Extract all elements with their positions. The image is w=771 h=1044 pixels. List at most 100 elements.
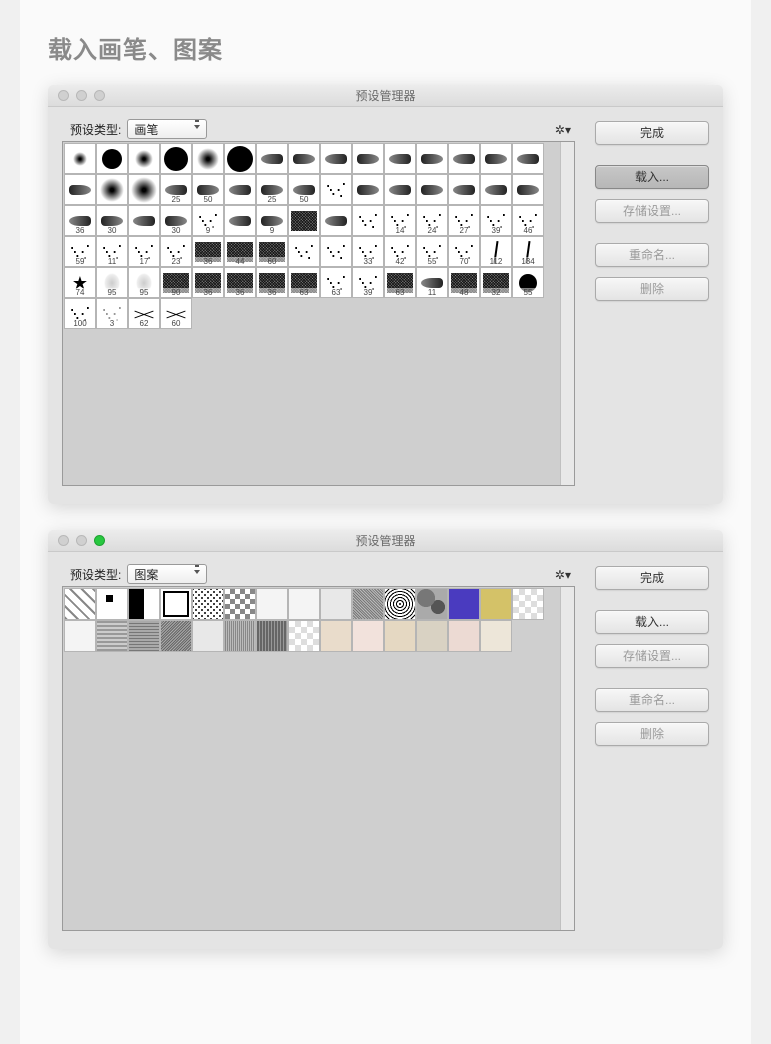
brush-cell[interactable]: 70 [448,236,480,267]
pattern-cell[interactable] [288,620,320,652]
brush-cell[interactable] [320,174,352,205]
brush-cell[interactable]: 30 [160,205,192,236]
brush-cell[interactable]: 32 [480,267,512,298]
brush-cell[interactable]: 63 [384,267,416,298]
pattern-cell[interactable] [480,620,512,652]
brush-cell[interactable]: ★74 [64,267,96,298]
pattern-cell[interactable] [480,588,512,620]
zoom-icon[interactable] [94,90,105,101]
done-button[interactable]: 完成 [595,566,709,590]
pattern-cell[interactable] [352,588,384,620]
pattern-cell[interactable] [64,620,96,652]
brush-cell[interactable] [128,143,160,174]
pattern-cell[interactable] [224,620,256,652]
brush-cell[interactable]: 17 [128,236,160,267]
pattern-cell[interactable] [448,588,480,620]
scrollbar[interactable] [560,587,574,930]
brush-preset-grid[interactable]: 25 50 25 50 36 30 [63,142,560,330]
brush-cell[interactable] [192,143,224,174]
brush-cell[interactable]: 23 [160,236,192,267]
brush-cell[interactable]: 46 [512,205,544,236]
pattern-cell[interactable] [416,588,448,620]
pattern-cell[interactable] [512,588,544,620]
brush-cell[interactable] [512,174,544,205]
brush-cell[interactable] [384,174,416,205]
pattern-cell[interactable] [256,588,288,620]
brush-cell[interactable]: 44 [224,236,256,267]
load-button[interactable]: 载入... [595,165,709,189]
save-settings-button[interactable]: 存储设置... [595,199,709,223]
brush-cell[interactable]: 59 [64,236,96,267]
pattern-cell[interactable] [416,620,448,652]
brush-cell[interactable]: 63 [320,267,352,298]
brush-cell[interactable] [224,174,256,205]
brush-cell[interactable] [224,205,256,236]
pattern-cell[interactable] [192,588,224,620]
brush-cell[interactable]: 36 [256,267,288,298]
pattern-cell[interactable] [448,620,480,652]
brush-cell[interactable]: 63 [288,267,320,298]
brush-cell[interactable] [352,205,384,236]
brush-cell[interactable] [224,143,256,174]
brush-cell[interactable]: 24 [416,205,448,236]
brush-cell[interactable]: 112 [480,236,512,267]
brush-cell[interactable] [128,205,160,236]
pattern-cell[interactable] [224,588,256,620]
pattern-cell[interactable] [288,588,320,620]
pattern-cell[interactable] [160,588,192,620]
brush-cell[interactable] [160,143,192,174]
brush-cell[interactable] [288,205,320,236]
brush-cell[interactable]: 11 [96,236,128,267]
rename-button[interactable]: 重命名... [595,688,709,712]
brush-cell[interactable] [352,143,384,174]
delete-button[interactable]: 删除 [595,277,709,301]
brush-cell[interactable]: 27 [448,205,480,236]
brush-cell[interactable]: 62 [128,298,160,329]
pattern-cell[interactable] [128,620,160,652]
preset-type-select[interactable]: 画笔 [127,119,207,139]
scrollbar[interactable] [560,142,574,485]
brush-cell[interactable]: 95 [128,267,160,298]
brush-cell[interactable]: 9 [256,205,288,236]
brush-cell[interactable] [96,174,128,205]
pattern-cell[interactable] [96,620,128,652]
pattern-cell[interactable] [320,620,352,652]
brush-cell[interactable] [480,143,512,174]
save-settings-button[interactable]: 存储设置... [595,644,709,668]
brush-cell[interactable]: 42 [384,236,416,267]
brush-cell[interactable] [448,143,480,174]
brush-cell[interactable] [96,143,128,174]
brush-cell[interactable] [256,143,288,174]
close-icon[interactable] [58,535,69,546]
brush-cell[interactable] [288,236,320,267]
brush-cell[interactable]: 95 [96,267,128,298]
gear-icon[interactable]: ✲▾ [555,568,571,582]
brush-cell[interactable]: 30 [96,205,128,236]
brush-cell[interactable]: 25 [160,174,192,205]
brush-cell[interactable] [64,174,96,205]
brush-cell[interactable] [320,205,352,236]
pattern-cell[interactable] [256,620,288,652]
brush-cell[interactable]: 90 [160,267,192,298]
pattern-cell[interactable] [320,588,352,620]
brush-cell[interactable] [448,174,480,205]
brush-cell[interactable]: 11 [416,267,448,298]
brush-cell[interactable] [480,174,512,205]
brush-cell[interactable]: 36 [192,236,224,267]
brush-cell[interactable] [320,236,352,267]
load-button[interactable]: 载入... [595,610,709,634]
done-button[interactable]: 完成 [595,121,709,145]
delete-button[interactable]: 删除 [595,722,709,746]
brush-cell[interactable]: 55 [512,267,544,298]
brush-cell[interactable]: 14 [384,205,416,236]
brush-cell[interactable] [416,143,448,174]
brush-cell[interactable]: 50 [288,174,320,205]
brush-cell[interactable] [384,143,416,174]
gear-icon[interactable]: ✲▾ [555,123,571,137]
brush-cell[interactable] [128,174,160,205]
brush-cell[interactable]: 36 [224,267,256,298]
brush-cell[interactable] [416,174,448,205]
brush-cell[interactable]: 60 [256,236,288,267]
brush-cell[interactable]: 33 [352,236,384,267]
pattern-cell[interactable] [192,620,224,652]
